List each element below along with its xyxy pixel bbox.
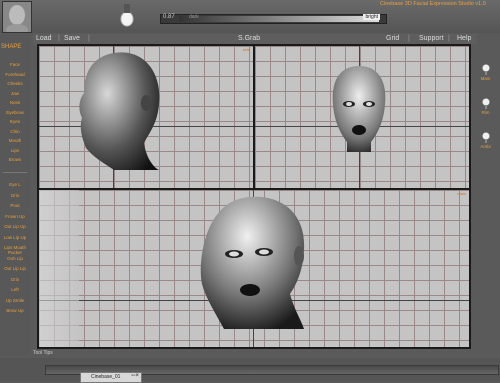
shape-item[interactable]: Eye L: [0, 182, 30, 187]
shape-panel: SHAPE Face Forehead Cheeks Jaw Nose Eyebrow Ey…: [0, 34, 30, 356]
viewport-shade: [39, 190, 79, 347]
light-bulb-icon: [481, 64, 490, 75]
shape-item[interactable]: Nose: [0, 100, 30, 105]
shape-item[interactable]: Cheeks: [0, 81, 30, 86]
tooltips-bar: Tool Tips: [33, 350, 53, 356]
viewport-tag: main: [457, 191, 466, 196]
light-bulb-icon: [481, 98, 490, 109]
app-title: Cinebase 3D Facial Expression Studio v1.…: [380, 1, 486, 7]
bottom-bar: Cinebase_01 ▫▫×: [0, 358, 500, 383]
shape-item[interactable]: Grin: [0, 277, 30, 282]
shape-item[interactable]: Pout: [0, 203, 30, 208]
top-bar: 0.87 dark bright Cinebase 3D Facial Expr…: [0, 0, 500, 33]
shape-item[interactable]: Frown Up: [0, 214, 30, 219]
light-rim-button[interactable]: Rim: [471, 98, 500, 115]
shape-item[interactable]: Jaw: [0, 91, 30, 96]
shape-item[interactable]: Face: [0, 62, 30, 67]
dark-label: dark: [189, 14, 199, 20]
head-thumbnail[interactable]: [2, 1, 32, 33]
brightness-gradient: [179, 16, 379, 22]
shape-item[interactable]: Up Smile: [0, 298, 30, 303]
menu-separator: |: [448, 35, 450, 42]
viewport-perspective[interactable]: main: [39, 190, 469, 347]
shape-item[interactable]: Eyebrow: [0, 110, 30, 115]
brightness-value: 0.87: [163, 14, 175, 20]
light-ambi-button[interactable]: Ambi: [471, 132, 500, 149]
shape-item[interactable]: Low Lip Up: [0, 235, 30, 240]
bright-label: bright: [363, 14, 380, 20]
light-bulb-icon[interactable]: [118, 2, 136, 30]
viewport-side[interactable]: side: [39, 46, 253, 188]
light-label: Main: [480, 76, 491, 81]
shape-header: SHAPE: [1, 44, 22, 50]
light-bulb-icon: [481, 132, 490, 143]
viewport-area: side main: [37, 44, 471, 349]
shape-item[interactable]: Left: [0, 287, 30, 292]
shape-item[interactable]: Forehead: [0, 72, 30, 77]
light-label: Rim: [481, 110, 490, 115]
side-head: [79, 52, 160, 170]
viewport-front[interactable]: [255, 46, 469, 188]
help-menu[interactable]: Help: [457, 35, 471, 42]
menu-separator: |: [58, 35, 60, 42]
shape-item[interactable]: Brow Up: [0, 308, 30, 313]
grab-menu[interactable]: S.Grab: [238, 35, 260, 42]
viewport-tag: side: [242, 47, 250, 52]
menu-separator: |: [408, 35, 410, 42]
shape-item[interactable]: Ooh Lip: [0, 256, 30, 261]
grid-menu[interactable]: Grid: [386, 35, 399, 42]
shape-item[interactable]: Grin: [0, 193, 30, 198]
menu-separator: |: [88, 35, 90, 42]
front-head: [332, 66, 386, 152]
shape-item[interactable]: Mouth: [0, 138, 30, 143]
save-menu[interactable]: Save: [64, 35, 80, 42]
shape-item[interactable]: Lips Mouth Pucker: [0, 245, 30, 255]
shape-item[interactable]: Out Lip Lip: [0, 266, 30, 271]
shape-item[interactable]: Chin: [0, 129, 30, 134]
support-menu[interactable]: Support: [419, 35, 444, 42]
light-label: Ambi: [480, 144, 491, 149]
load-menu[interactable]: Load: [36, 35, 52, 42]
shape-item[interactable]: Eyes: [0, 119, 30, 124]
window-controls-icon[interactable]: ▫▫×: [131, 373, 139, 379]
panel-divider: [3, 172, 27, 173]
perspective-head: [200, 196, 305, 329]
shape-item[interactable]: Lips: [0, 148, 30, 153]
taskbar-window-label: Cinebase_01: [91, 374, 121, 380]
shape-item[interactable]: Brows: [0, 157, 30, 162]
shape-item[interactable]: Out Lip Up: [0, 224, 30, 229]
light-panel: Main Rim Ambi: [471, 44, 500, 349]
light-main-button[interactable]: Main: [471, 64, 500, 81]
brightness-slider[interactable]: 0.87 dark bright: [160, 14, 387, 24]
taskbar-window-button[interactable]: Cinebase_01 ▫▫×: [80, 372, 142, 383]
